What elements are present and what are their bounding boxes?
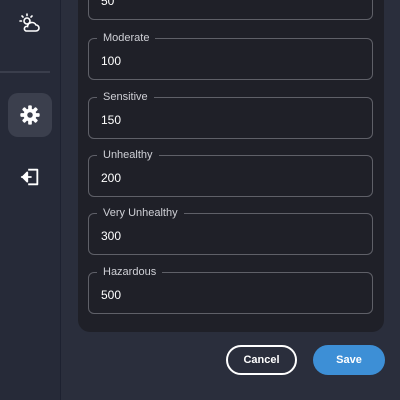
threshold-field-unhealthy[interactable]: Unhealthy 200 <box>88 147 373 197</box>
threshold-panel: 50 Moderate 100 Sensitive 150 Unhealthy … <box>78 0 384 332</box>
threshold-field-moderate[interactable]: Moderate 100 <box>88 30 373 80</box>
threshold-value[interactable]: 50 <box>101 0 114 9</box>
threshold-field-hazardous[interactable]: Hazardous 500 <box>88 264 373 314</box>
threshold-label: Sensitive <box>97 89 154 105</box>
threshold-value[interactable]: 200 <box>101 170 121 186</box>
threshold-label: Moderate <box>97 30 156 46</box>
settings-gear-button[interactable] <box>8 93 52 137</box>
save-button[interactable]: Save <box>313 345 385 375</box>
threshold-value[interactable]: 100 <box>101 53 121 69</box>
gear-icon <box>20 105 40 125</box>
threshold-value[interactable]: 500 <box>101 287 121 303</box>
threshold-label: Unhealthy <box>97 147 159 163</box>
threshold-label: Hazardous <box>97 264 163 280</box>
threshold-field-good[interactable]: 50 <box>88 0 373 20</box>
threshold-value[interactable]: 300 <box>101 228 121 244</box>
weather-icon[interactable] <box>8 2 52 46</box>
threshold-field-sensitive[interactable]: Sensitive 150 <box>88 89 373 139</box>
cancel-button[interactable]: Cancel <box>226 345 297 375</box>
threshold-label: Very Unhealthy <box>97 205 184 221</box>
logout-icon[interactable] <box>8 155 52 199</box>
threshold-field-very-unhealthy[interactable]: Very Unhealthy 300 <box>88 205 373 255</box>
sidebar <box>0 0 61 400</box>
threshold-value[interactable]: 150 <box>101 112 121 128</box>
sidebar-divider <box>0 71 50 73</box>
